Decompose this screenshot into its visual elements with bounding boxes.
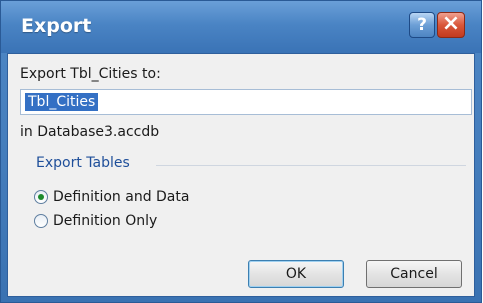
dialog-body: Export Tbl_Cities to: Tbl_Cities in Data… bbox=[7, 53, 475, 297]
group-divider bbox=[156, 165, 466, 166]
radio-definition-and-data[interactable]: Definition and Data bbox=[34, 187, 189, 207]
radio-selected-icon bbox=[34, 190, 48, 204]
radio-label: Definition Only bbox=[53, 213, 158, 229]
close-button[interactable]: × bbox=[437, 12, 465, 38]
help-icon: ? bbox=[417, 14, 427, 35]
title-bar: Export ? × bbox=[1, 1, 481, 53]
radio-label: Definition and Data bbox=[53, 189, 190, 205]
radio-unselected-icon bbox=[34, 214, 48, 228]
dialog-title: Export bbox=[21, 15, 92, 37]
help-button[interactable]: ? bbox=[409, 12, 435, 38]
radio-definition-only[interactable]: Definition Only bbox=[34, 211, 157, 231]
cancel-button[interactable]: Cancel bbox=[366, 260, 462, 288]
table-name-input[interactable]: Tbl_Cities bbox=[20, 89, 472, 115]
export-tables-group-title: Export Tables bbox=[36, 155, 130, 171]
table-name-value: Tbl_Cities bbox=[25, 93, 99, 111]
export-to-label: Export Tbl_Cities to: bbox=[20, 66, 161, 82]
close-icon: × bbox=[441, 11, 461, 36]
ok-button[interactable]: OK bbox=[248, 260, 344, 288]
export-dialog: Export ? × Export Tbl_Cities to: Tbl_Cit… bbox=[0, 0, 482, 303]
database-location-label: in Database3.accdb bbox=[20, 124, 160, 140]
